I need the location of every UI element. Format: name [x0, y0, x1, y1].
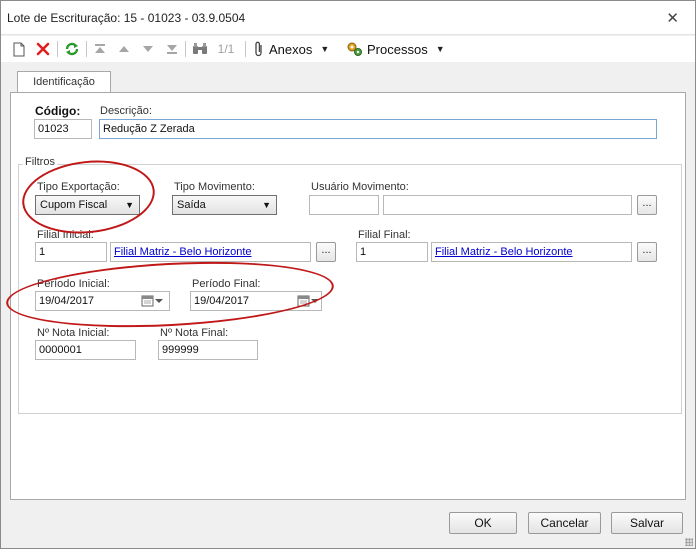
resize-grip[interactable] [685, 538, 693, 546]
tipo-movimento-value: Saída [177, 199, 206, 211]
chevron-down-icon: ▼ [320, 44, 330, 54]
previous-record-icon[interactable] [115, 39, 133, 59]
dialog-window: Lote de Escrituração: 15 - 01023 - 03.9.… [0, 0, 696, 549]
processos-label: Processos [367, 41, 428, 57]
last-record-icon[interactable] [163, 39, 181, 59]
new-document-icon[interactable] [10, 39, 28, 59]
nota-final-field[interactable]: 999999 [158, 340, 258, 360]
anexos-label: Anexos [269, 41, 313, 57]
close-icon[interactable]: ✕ [666, 9, 679, 27]
paperclip-icon [254, 41, 264, 57]
window-title: Lote de Escrituração: 15 - 01023 - 03.9.… [7, 11, 246, 25]
filial-inicial-lookup-button[interactable]: ... [316, 242, 336, 262]
title-bar: Lote de Escrituração: 15 - 01023 - 03.9.… [1, 1, 695, 35]
refresh-icon[interactable] [62, 39, 82, 59]
descricao-field[interactable]: Redução Z Zerada [99, 119, 657, 139]
page-counter: 1/1 [217, 42, 235, 56]
filial-final-name-link[interactable]: Filial Matriz - Belo Horizonte [431, 242, 632, 262]
tab-identificacao[interactable]: Identificação [17, 71, 111, 93]
toolbar-separator [86, 41, 87, 57]
filial-final-code-field[interactable]: 1 [356, 242, 428, 262]
filial-inicial-code-field[interactable]: 1 [35, 242, 107, 262]
tipo-movimento-select[interactable]: Saída ▼ [172, 195, 277, 215]
usuario-movimento-name-field[interactable] [383, 195, 632, 215]
toolbar-separator [185, 41, 186, 57]
usuario-movimento-label: Usuário Movimento: [311, 181, 409, 193]
toolbar-separator [57, 41, 58, 57]
usuario-movimento-code-field[interactable] [309, 195, 379, 215]
tipo-movimento-label: Tipo Movimento: [174, 181, 255, 193]
usuario-lookup-button[interactable]: ... [637, 195, 657, 215]
chevron-down-icon: ▼ [435, 44, 445, 54]
toolbar: 1/1 Anexos ▼ Processos ▼ [1, 36, 695, 62]
ok-button[interactable]: OK [449, 512, 517, 534]
codigo-label: Código: [35, 104, 81, 118]
nota-final-label: Nº Nota Final: [160, 327, 229, 339]
binoculars-icon[interactable] [190, 39, 210, 59]
chevron-down-icon: ▼ [262, 200, 271, 210]
filial-final-lookup-button[interactable]: ... [637, 242, 657, 262]
descricao-label: Descrição: [100, 105, 152, 117]
delete-x-icon[interactable] [34, 39, 52, 59]
nota-inicial-label: Nº Nota Inicial: [37, 327, 110, 339]
toolbar-separator [245, 41, 246, 57]
filtros-label: Filtros [23, 156, 57, 168]
processos-menu-button[interactable]: Processos ▼ [346, 39, 446, 59]
filial-final-label: Filial Final: [358, 229, 411, 241]
nota-inicial-field[interactable]: 0000001 [35, 340, 136, 360]
cancel-button[interactable]: Cancelar [528, 512, 601, 534]
anexos-menu-button[interactable]: Anexos ▼ [254, 39, 340, 59]
gears-icon [346, 41, 363, 57]
save-button[interactable]: Salvar [611, 512, 683, 534]
next-record-icon[interactable] [139, 39, 157, 59]
codigo-field[interactable]: 01023 [34, 119, 92, 139]
first-record-icon[interactable] [91, 39, 109, 59]
filial-inicial-name-link[interactable]: Filial Matriz - Belo Horizonte [110, 242, 311, 262]
